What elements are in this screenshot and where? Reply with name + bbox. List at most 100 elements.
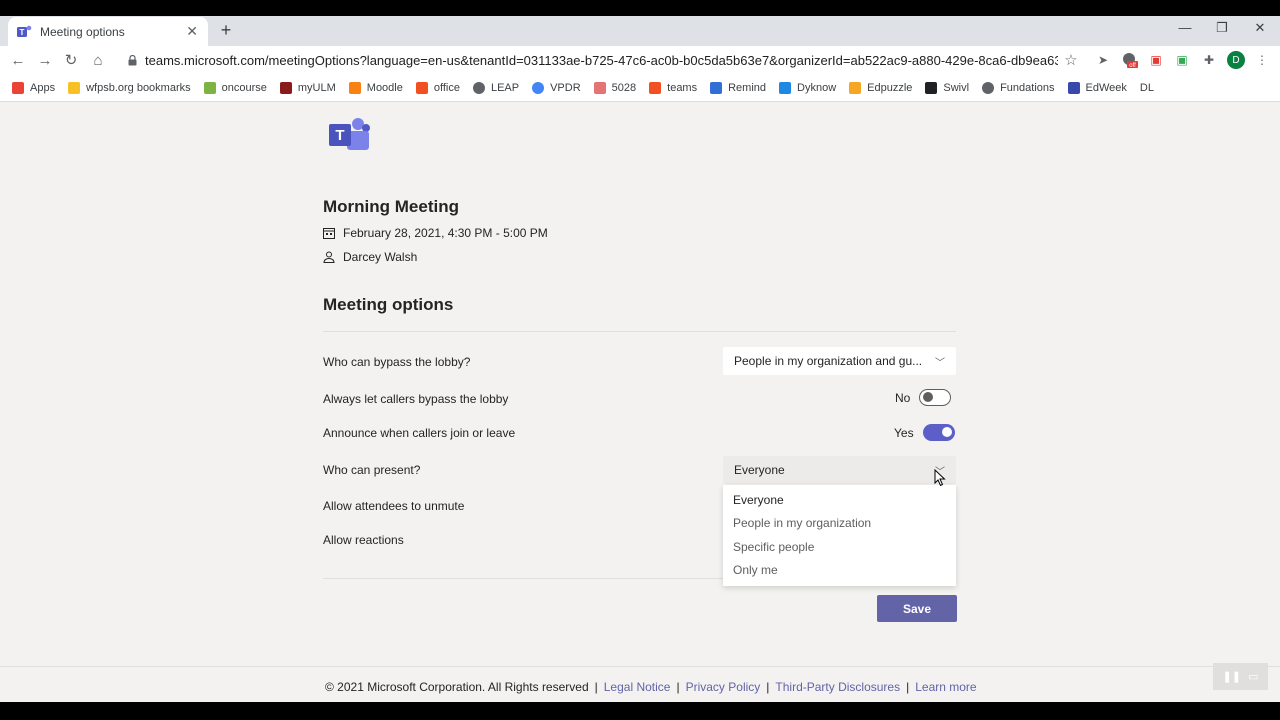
presenter-option-organization[interactable]: People in my organization <box>723 512 956 536</box>
bookmark-item[interactable]: 5028 <box>593 81 636 94</box>
bookmark-item[interactable]: Swivl <box>925 81 970 94</box>
bookmark-item[interactable]: Apps <box>12 81 56 94</box>
footer-separator: | <box>766 680 770 694</box>
extension-badge-text: off <box>1129 63 1136 68</box>
callers-bypass-toggle[interactable] <box>919 389 952 406</box>
browser-tab[interactable]: T Meeting options ✕ <box>8 17 208 46</box>
new-tab-icon[interactable]: + <box>216 20 236 40</box>
presenter-dropdown[interactable]: Everyone ﹀ <box>723 456 956 484</box>
footer-separator: | <box>676 680 680 694</box>
pocket-icon[interactable]: ▣ <box>1148 52 1164 68</box>
bookmark-label: LEAP <box>490 81 520 94</box>
presenter-option-everyone[interactable]: Everyone <box>723 488 956 512</box>
profile-avatar[interactable]: D <box>1227 51 1245 69</box>
third-party-link[interactable]: Third-Party Disclosures <box>775 680 900 694</box>
bookmark-item[interactable]: Remind <box>710 81 767 94</box>
bypass-lobby-dropdown[interactable]: People in my organization and gu... ﹀ <box>723 347 956 375</box>
section-title: Meeting options <box>323 295 454 314</box>
person-icon <box>323 251 335 263</box>
edweek-icon <box>1067 81 1080 94</box>
bookmark-label: myULM <box>297 81 336 94</box>
browser-toolbar: ← → ↻ ⌂ teams.microsoft.com/meetingOptio… <box>0 46 1280 74</box>
close-window-icon[interactable]: ✕ <box>1250 20 1270 36</box>
bookmark-item[interactable]: Moodle <box>348 81 403 94</box>
teams-logo-icon: T <box>329 116 371 159</box>
privacy-policy-link[interactable]: Privacy Policy <box>686 680 761 694</box>
bookmark-label: Swivl <box>943 81 970 94</box>
save-button[interactable]: Save <box>877 595 957 622</box>
close-tab-icon[interactable]: ✕ <box>186 23 198 40</box>
section-divider <box>323 331 956 332</box>
callers-bypass-state: No <box>895 390 911 405</box>
forward-icon[interactable]: → <box>35 50 55 70</box>
extensions-puzzle-icon[interactable]: ✚ <box>1201 52 1217 68</box>
meeting-organizer-row: Darcey Walsh <box>323 250 417 264</box>
footer: © 2021 Microsoft Corporation. All Rights… <box>325 680 977 694</box>
address-bar[interactable]: teams.microsoft.com/meetingOptions?langu… <box>118 47 1084 73</box>
swivl-icon <box>925 81 938 94</box>
bookmark-item[interactable]: office <box>415 81 460 94</box>
bypass-lobby-value: People in my organization and gu... <box>734 354 923 368</box>
ulm-icon <box>279 81 292 94</box>
extension-green-icon[interactable]: ▣ <box>1174 52 1190 68</box>
bookmark-label: Remind <box>728 81 767 94</box>
presenter-option-specific[interactable]: Specific people <box>723 535 956 559</box>
oncourse-icon <box>203 81 216 94</box>
video-icon <box>593 81 606 94</box>
presenter-option-only-me[interactable]: Only me <box>723 559 956 583</box>
bottom-black-bar <box>0 702 1280 720</box>
announce-state: Yes <box>894 425 914 440</box>
recording-widget[interactable]: ❚❚ ▭ <box>1213 663 1268 690</box>
footer-separator: | <box>906 680 910 694</box>
bookmark-star-icon[interactable]: ☆ <box>1058 51 1084 69</box>
learn-more-link[interactable]: Learn more <box>915 680 976 694</box>
mouse-cursor-icon <box>934 468 946 490</box>
screen-icon[interactable]: ▭ <box>1248 670 1258 683</box>
bookmark-label: teams <box>667 81 698 94</box>
home-icon[interactable]: ⌂ <box>88 50 108 70</box>
bypass-lobby-label: Who can bypass the lobby? <box>323 355 471 369</box>
callers-bypass-toggle-group: No <box>895 389 952 406</box>
browser-menu-icon[interactable]: ⋮ <box>1254 52 1270 68</box>
bookmark-item[interactable]: EdWeek <box>1067 81 1127 94</box>
reactions-label: Allow reactions <box>323 533 404 547</box>
bookmark-item[interactable]: wfpsb.org bookmarks <box>68 81 191 94</box>
moodle-icon <box>348 81 361 94</box>
office-icon <box>649 81 662 94</box>
announce-label: Announce when callers join or leave <box>323 426 516 440</box>
dyknow-icon <box>779 81 792 94</box>
bookmark-item[interactable]: DL <box>1140 82 1154 94</box>
back-icon[interactable]: ← <box>8 50 28 70</box>
restore-icon[interactable]: ❐ <box>1212 20 1232 36</box>
bookmark-item[interactable]: VPDR <box>532 81 581 94</box>
meeting-options-page: T Morning Meeting February 28, 2021, 4:3… <box>0 102 1280 702</box>
bookmark-item[interactable]: Dyknow <box>779 81 837 94</box>
legal-notice-link[interactable]: Legal Notice <box>604 680 671 694</box>
bookmark-item[interactable]: teams <box>649 81 698 94</box>
bookmark-label: Moodle <box>366 81 403 94</box>
callers-bypass-label: Always let callers bypass the lobby <box>323 392 509 406</box>
bookmark-item[interactable]: myULM <box>279 81 336 94</box>
minimize-icon[interactable]: — <box>1175 20 1195 35</box>
announce-toggle-group: Yes <box>894 424 955 441</box>
meeting-title: Morning Meeting <box>323 197 459 216</box>
announce-toggle[interactable] <box>922 424 955 441</box>
bookmark-label: Dyknow <box>797 81 837 94</box>
bookmark-label: VPDR <box>550 81 581 94</box>
bookmark-item[interactable]: Fundations <box>982 81 1055 94</box>
copyright-text: © 2021 Microsoft Corporation. All Rights… <box>325 680 589 694</box>
bookmark-label: Apps <box>30 81 56 94</box>
bookmark-label: Edpuzzle <box>867 81 913 94</box>
bookmark-item[interactable]: oncourse <box>203 81 267 94</box>
footer-separator: | <box>594 680 598 694</box>
extension-badge-icon[interactable]: off <box>1122 52 1138 68</box>
chevron-down-icon: ﹀ <box>935 357 945 369</box>
bookmark-item[interactable]: Edpuzzle <box>849 81 913 94</box>
extension-arrow-icon[interactable]: ➤ <box>1095 52 1111 68</box>
reload-icon[interactable]: ↻ <box>61 50 81 70</box>
bookmark-item[interactable]: LEAP <box>472 81 520 94</box>
pause-icon[interactable]: ❚❚ <box>1223 670 1241 683</box>
globe-icon <box>982 81 995 94</box>
bookmark-label: EdWeek <box>1085 81 1127 94</box>
apps-grid-icon <box>12 81 24 94</box>
